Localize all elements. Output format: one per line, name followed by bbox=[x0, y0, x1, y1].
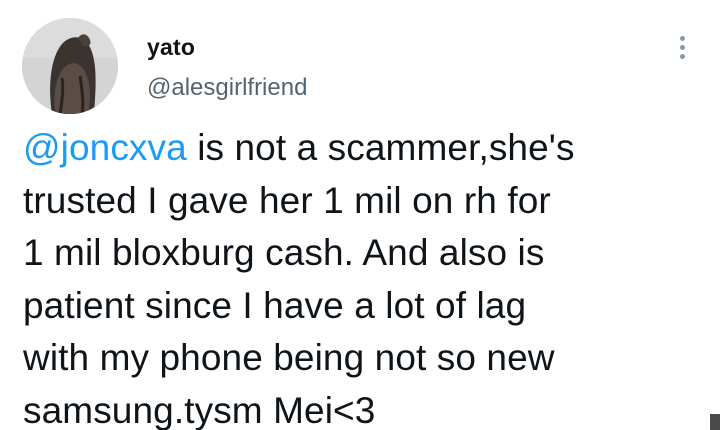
more-vertical-icon bbox=[679, 53, 685, 59]
more-vertical-icon bbox=[679, 44, 685, 50]
mention-link[interactable]: @joncxva bbox=[23, 127, 187, 168]
scroll-indicator bbox=[710, 414, 720, 430]
tweet-text-segment: is not a scammer,she's bbox=[186, 127, 575, 168]
tweet-text-line: @joncxva is not a scammer,she's bbox=[23, 122, 703, 175]
tweet-text: @joncxva is not a scammer,she's trusted … bbox=[23, 122, 703, 430]
tweet-text-line: patient since I have a lot of lag bbox=[23, 284, 527, 326]
tweet-text-line: with my phone being not so new bbox=[23, 337, 555, 378]
user-handle[interactable]: @alesgirlfriend bbox=[147, 73, 307, 103]
avatar-photo bbox=[22, 18, 118, 114]
tweet-text-line: samsung.tysm Mei<3 bbox=[23, 389, 376, 430]
more-options-button[interactable] bbox=[668, 30, 696, 64]
more-vertical-icon bbox=[679, 35, 685, 41]
tweet: yato @alesgirlfriend @joncxva is not a s… bbox=[0, 0, 720, 430]
tweet-text-line: 1 mil bloxburg cash. And also is bbox=[23, 232, 545, 273]
avatar[interactable] bbox=[22, 18, 118, 114]
tweet-text-line: trusted I gave her 1 mil on rh for bbox=[23, 179, 551, 221]
display-name[interactable]: yato bbox=[147, 33, 195, 61]
